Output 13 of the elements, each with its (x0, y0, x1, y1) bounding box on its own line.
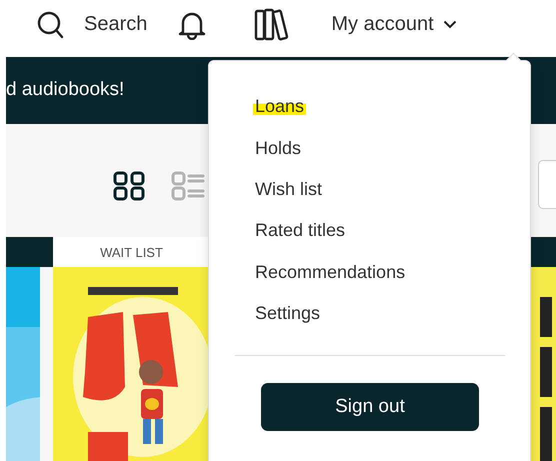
chevron-down-icon (442, 20, 457, 29)
menu-item[interactable]: Settings (253, 303, 322, 324)
menu-item[interactable]: Rated titles (253, 220, 348, 242)
search-icon[interactable] (37, 10, 65, 38)
menu-item[interactable]: Holds (253, 138, 304, 159)
search-link[interactable]: Search (84, 13, 148, 36)
grid-view-icon[interactable] (113, 170, 145, 200)
banner-text: d audiobooks! (6, 78, 124, 100)
menu-item[interactable]: Recommendations (253, 262, 408, 283)
account-menu-button[interactable]: My account (331, 13, 457, 36)
menu-item[interactable]: Wish list (253, 178, 324, 200)
books-icon[interactable] (254, 8, 290, 42)
sign-out-button[interactable]: Sign out (261, 383, 479, 432)
